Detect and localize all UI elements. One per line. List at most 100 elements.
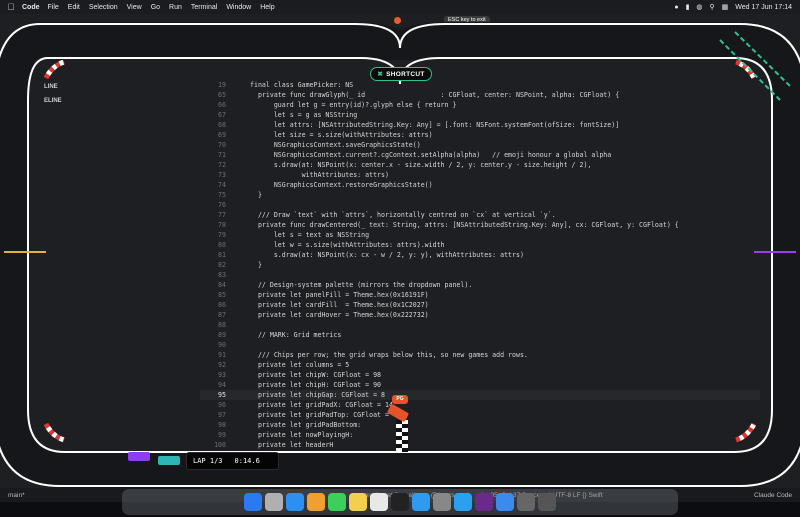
code-text[interactable]: let s = g as NSString <box>250 111 357 119</box>
control-center-icon[interactable]: ▦ <box>722 3 729 11</box>
code-text[interactable]: private let cardHover = Theme.hex(0x2227… <box>250 311 429 319</box>
menu-help[interactable]: Help <box>260 4 274 11</box>
git-branch[interactable]: main* <box>8 492 25 499</box>
code-line[interactable]: 88 <box>200 320 760 330</box>
code-line[interactable]: 82 } <box>200 260 760 270</box>
code-text[interactable]: private let headerH <box>250 441 333 449</box>
code-line[interactable]: 75 } <box>200 190 760 200</box>
code-line[interactable]: 87 private let cardHover = Theme.hex(0x2… <box>200 310 760 320</box>
code-text[interactable]: let attrs: [NSAttributedString.Key: Any]… <box>250 121 619 129</box>
code-line[interactable]: 72 s.draw(at: NSPoint(x: center.x - size… <box>200 160 760 170</box>
finder-icon[interactable] <box>244 493 262 511</box>
code-line[interactable]: 76 <box>200 200 760 210</box>
code-line[interactable]: 92 private let columns = 5 <box>200 360 760 370</box>
safari-icon[interactable] <box>286 493 304 511</box>
code-text[interactable]: withAttributes: attrs) <box>250 171 389 179</box>
code-text[interactable]: s.draw(at: NSPoint(x: cx - w / 2, y: y),… <box>250 251 524 259</box>
code-text[interactable]: private let cardFill = Theme.hex(0x1C202… <box>250 301 429 309</box>
code-line[interactable]: 77 /// Draw `text` with `attrs`, horizon… <box>200 210 760 220</box>
trash-icon[interactable] <box>538 493 556 511</box>
code-line[interactable]: 71 NSGraphicsContext.current?.cgContext.… <box>200 150 760 160</box>
photos-icon[interactable] <box>307 493 325 511</box>
code-line[interactable]: 67 let s = g as NSString <box>200 110 760 120</box>
code-line[interactable]: 93 private let chipW: CGFloat = 98 <box>200 370 760 380</box>
menu-view[interactable]: View <box>127 4 142 11</box>
status-icon[interactable]: ● <box>674 4 678 11</box>
apple-menu-icon[interactable]:  <box>0 2 22 12</box>
battery-icon[interactable]: ▮ <box>686 3 690 11</box>
code-line[interactable]: 100 private let headerH <box>200 440 760 450</box>
clock[interactable]: Wed 17 Jun 17:14 <box>735 4 792 11</box>
menu-file[interactable]: File <box>48 4 59 11</box>
code-line[interactable]: 68 let attrs: [NSAttributedString.Key: A… <box>200 120 760 130</box>
code-text[interactable]: /// Chips per row; the grid wraps below … <box>250 351 528 359</box>
code-text[interactable]: let size = s.size(withAttributes: attrs) <box>250 131 433 139</box>
appstore-icon[interactable] <box>412 493 430 511</box>
code-text[interactable]: NSGraphicsContext.saveGraphicsState() <box>250 141 421 149</box>
code-line[interactable]: 84 // Design-system palette (mirrors the… <box>200 280 760 290</box>
code-line[interactable]: 89 // MARK: Grid metrics <box>200 330 760 340</box>
launchpad-icon[interactable] <box>265 493 283 511</box>
messages-icon[interactable] <box>328 493 346 511</box>
code-text[interactable]: private let gridPadX: CGFloat = 14 <box>250 401 393 409</box>
game-tab-icon[interactable] <box>394 17 401 24</box>
code-area[interactable]: 19 final class GamePicker: NS 65 private f… <box>200 80 760 450</box>
code-line[interactable]: 85 private let panelFill = Theme.hex(0x1… <box>200 290 760 300</box>
code-line[interactable]: 69 let size = s.size(withAttributes: att… <box>200 130 760 140</box>
shortcut-button[interactable]: ✖ SHORTCUT <box>370 67 432 81</box>
code-text[interactable]: private let chipH: CGFloat = 90 <box>250 381 381 389</box>
slack-icon[interactable] <box>475 493 493 511</box>
code-line[interactable]: 70 NSGraphicsContext.saveGraphicsState() <box>200 140 760 150</box>
code-text[interactable]: let w = s.size(withAttributes: attrs).wi… <box>250 241 445 249</box>
code-line[interactable]: 98 private let gridPadBottom: <box>200 420 760 430</box>
code-text[interactable]: // Design-system palette (mirrors the dr… <box>250 281 472 289</box>
code-line[interactable]: 97 private let gridPadTop: CGFloat = <box>200 410 760 420</box>
code-line[interactable]: 78 private func drawCentered(_ text: Str… <box>200 220 760 230</box>
menu-selection[interactable]: Selection <box>89 4 118 11</box>
chrome-icon[interactable] <box>370 493 388 511</box>
code-line[interactable]: 79 let s = text as NSString <box>200 230 760 240</box>
notes-icon[interactable] <box>349 493 367 511</box>
wifi-icon[interactable]: ◍ <box>696 3 702 11</box>
code-text[interactable]: NSGraphicsContext.current?.cgContext.set… <box>250 151 611 159</box>
code-text[interactable]: private func drawCentered(_ text: String… <box>250 221 679 229</box>
code-text[interactable]: // MARK: Grid metrics <box>250 331 341 339</box>
menu-terminal[interactable]: Terminal <box>191 4 217 11</box>
menu-edit[interactable]: Edit <box>68 4 80 11</box>
settings-icon[interactable] <box>433 493 451 511</box>
code-line[interactable]: 99 private let nowPlayingH: <box>200 430 760 440</box>
code-line[interactable]: 19 final class GamePicker: NS <box>200 80 760 90</box>
code-text[interactable]: private let chipGap: CGFloat = 8 <box>250 391 385 399</box>
code-text[interactable]: private let nowPlayingH: <box>250 431 353 439</box>
code-text[interactable]: final class GamePicker: NS <box>250 81 353 89</box>
code-text[interactable]: } <box>250 191 262 199</box>
system-icon[interactable] <box>517 493 535 511</box>
code-line[interactable]: 83 <box>200 270 760 280</box>
code-line[interactable]: 86 private let cardFill = Theme.hex(0x1C… <box>200 300 760 310</box>
code-line[interactable]: 74 NSGraphicsContext.restoreGraphicsStat… <box>200 180 760 190</box>
code-text[interactable]: private func drawGlyph(_ id : CGFloat, c… <box>250 91 619 99</box>
vscode-icon[interactable] <box>454 493 472 511</box>
code-line[interactable]: 91 /// Chips per row; the grid wraps bel… <box>200 350 760 360</box>
terminal-icon[interactable] <box>391 493 409 511</box>
code-text[interactable]: NSGraphicsContext.restoreGraphicsState() <box>250 181 433 189</box>
code-line[interactable]: 81 s.draw(at: NSPoint(x: cx - w / 2, y: … <box>200 250 760 260</box>
code-text[interactable]: let s = text as NSString <box>250 231 369 239</box>
code-text[interactable]: } <box>250 261 262 269</box>
menu-go[interactable]: Go <box>151 4 160 11</box>
claude-code-status[interactable]: Claude Code <box>754 492 792 499</box>
code-line[interactable]: 65 private func drawGlyph(_ id : CGFloat… <box>200 90 760 100</box>
code-line[interactable]: 90 <box>200 340 760 350</box>
code-line[interactable]: 80 let w = s.size(withAttributes: attrs)… <box>200 240 760 250</box>
code-line[interactable]: 95 private let chipGap: CGFloat = 8 <box>200 390 760 400</box>
code-text[interactable]: s.draw(at: NSPoint(x: center.x - size.wi… <box>250 161 592 169</box>
code-line[interactable]: 73 withAttributes: attrs) <box>200 170 760 180</box>
menu-window[interactable]: Window <box>226 4 251 11</box>
code-text[interactable]: private let chipW: CGFloat = 98 <box>250 371 381 379</box>
code-line[interactable]: 66 guard let g = entry(id)?.glyph else {… <box>200 100 760 110</box>
code-text[interactable]: /// Draw `text` with `attrs`, horizontal… <box>250 211 556 219</box>
code-line[interactable]: 94 private let chipH: CGFloat = 90 <box>200 380 760 390</box>
mail-icon[interactable] <box>496 493 514 511</box>
app-menu[interactable]: Code <box>22 4 40 11</box>
code-text[interactable]: guard let g = entry(id)?.glyph else { re… <box>250 101 457 109</box>
